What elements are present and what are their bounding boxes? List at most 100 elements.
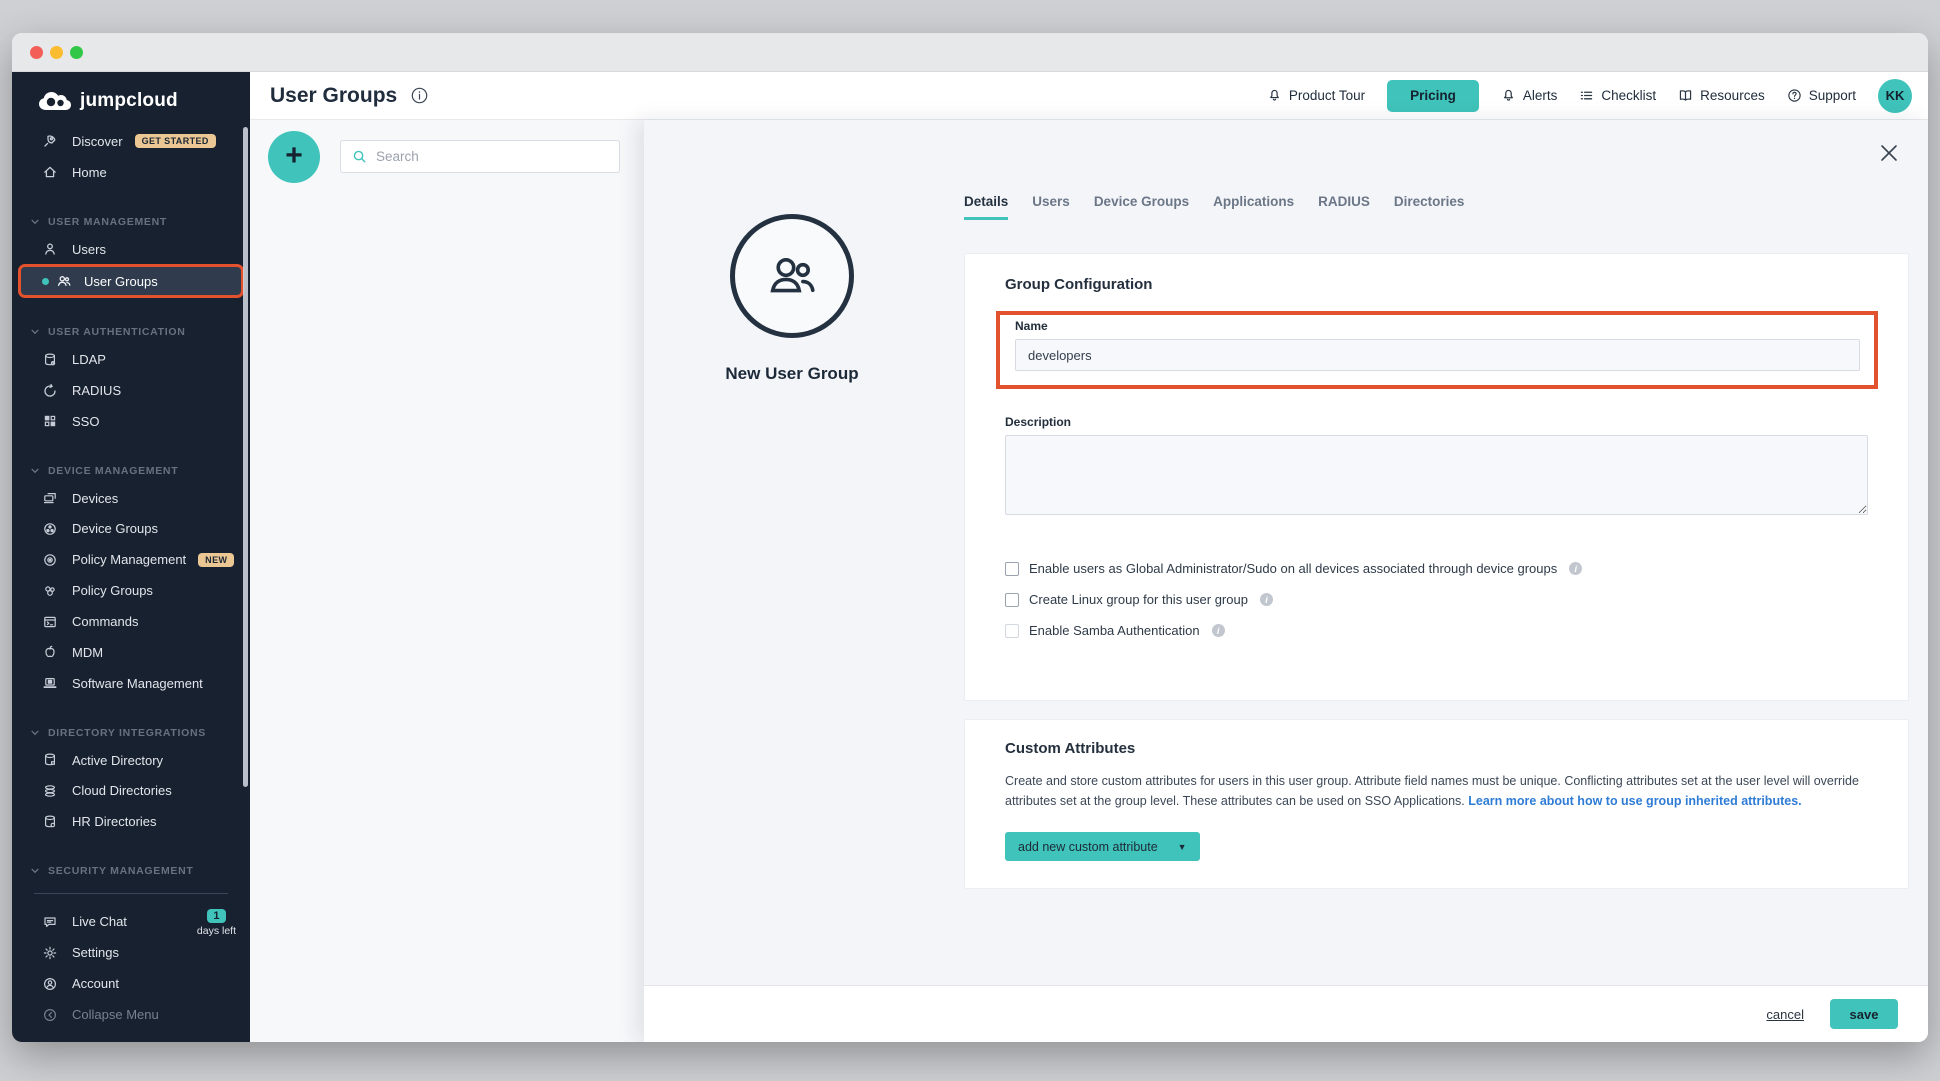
minimize-window-button[interactable] [50,46,63,59]
sidebar-item-policy-management[interactable]: Policy Management NEW [12,544,250,575]
product-tour-label: Product Tour [1289,88,1365,103]
tab-applications[interactable]: Applications [1213,194,1294,220]
group-configuration-heading: Group Configuration [1005,276,1868,293]
support-button[interactable]: Support [1787,88,1856,103]
panel-footer: cancel save [644,985,1928,1042]
custom-attributes-card: Custom Attributes Create and store custo… [964,719,1909,889]
close-window-button[interactable] [30,46,43,59]
panel-tabs: Details Users Device Groups Applications… [964,194,1909,220]
checkbox-label: Enable Samba Authentication [1029,623,1200,638]
megaphone-icon [1267,88,1282,103]
section-user-authentication[interactable]: USER AUTHENTICATION [12,320,250,344]
sidebar-bottom: Live Chat 1 days left Settings Account [12,883,250,1042]
add-custom-attribute-button[interactable]: add new custom attribute ▼ [1005,832,1200,861]
global-admin-checkbox[interactable] [1005,562,1019,576]
apple-icon [42,644,58,660]
learn-more-link[interactable]: Learn more about how to use group inheri… [1468,794,1801,808]
info-icon[interactable]: i [1569,562,1582,575]
zoom-window-button[interactable] [70,46,83,59]
search-box[interactable] [340,140,620,173]
tab-directories[interactable]: Directories [1394,194,1465,220]
tab-device-groups[interactable]: Device Groups [1094,194,1189,220]
trial-countdown: 1 days left [197,907,236,937]
product-tour-button[interactable]: Product Tour [1267,88,1365,103]
section-label: USER AUTHENTICATION [48,326,186,338]
section-user-management[interactable]: USER MANAGEMENT [12,210,250,234]
section-directory-integrations[interactable]: DIRECTORY INTEGRATIONS [12,721,250,745]
panel-title: New User Group [644,364,940,384]
user-group-icon [56,273,72,289]
samba-auth-checkbox[interactable] [1005,624,1019,638]
sidebar-item-label: Home [72,165,107,180]
pricing-button[interactable]: Pricing [1387,80,1479,112]
divider [34,893,228,894]
tab-details[interactable]: Details [964,194,1008,220]
section-device-management[interactable]: DEVICE MANAGEMENT [12,459,250,483]
info-icon[interactable]: i [1260,593,1273,606]
sidebar-item-label: Policy Management [72,552,186,567]
sidebar: jumpcloud Discover GET STARTED Home USER… [12,72,250,1042]
group-description-textarea[interactable] [1005,435,1868,515]
sidebar-item-active-directory[interactable]: Active Directory [12,745,250,776]
section-label: USER MANAGEMENT [48,216,167,228]
sidebar-item-ldap[interactable]: LDAP [12,344,250,375]
sidebar-item-policy-groups[interactable]: Policy Groups [12,575,250,606]
sidebar-item-mdm[interactable]: MDM [12,637,250,668]
sidebar-item-hr-directories[interactable]: HR Directories [12,806,250,837]
sidebar-item-software-management[interactable]: Software Management [12,668,250,699]
sidebar-item-device-groups[interactable]: Device Groups [12,514,250,545]
search-input[interactable] [376,149,608,164]
sidebar-item-user-groups[interactable]: User Groups [18,264,244,298]
checklist-button[interactable]: Checklist [1579,88,1656,103]
sidebar-item-label: Cloud Directories [72,783,172,798]
sidebar-item-live-chat[interactable]: Live Chat 1 days left [12,906,250,937]
sidebar-item-devices[interactable]: Devices [12,483,250,514]
group-name-input[interactable] [1015,339,1860,371]
sidebar-item-label: LDAP [72,352,106,367]
database-icon [42,352,58,368]
info-icon[interactable]: i [1212,624,1225,637]
chevron-down-icon [30,866,40,876]
sidebar-item-discover[interactable]: Discover GET STARTED [12,126,250,157]
sidebar-item-label: Collapse Menu [72,1007,159,1022]
sidebar-item-home[interactable]: Home [12,157,250,188]
stacked-disks-icon [42,783,58,799]
resources-button[interactable]: Resources [1678,88,1765,103]
cancel-button[interactable]: cancel [1766,1007,1804,1022]
info-icon[interactable] [411,87,428,104]
alerts-button[interactable]: Alerts [1501,88,1558,103]
sidebar-item-radius[interactable]: RADIUS [12,375,250,406]
section-label: DEVICE MANAGEMENT [48,465,178,477]
sidebar-item-collapse-menu[interactable]: Collapse Menu [12,999,250,1030]
section-label: DIRECTORY INTEGRATIONS [48,727,206,739]
tab-radius[interactable]: RADIUS [1318,194,1370,220]
resources-label: Resources [1700,88,1765,103]
macos-titlebar [12,33,1928,72]
chat-bubble-icon [42,914,58,930]
linux-group-checkbox[interactable] [1005,593,1019,607]
sidebar-item-cloud-directories[interactable]: Cloud Directories [12,775,250,806]
trial-days-badge: 1 [207,909,225,923]
sidebar-item-commands[interactable]: Commands [12,606,250,637]
section-security-management[interactable]: SECURITY MANAGEMENT [12,859,250,883]
sidebar-item-users[interactable]: Users [12,234,250,265]
cloud-logo-icon [38,90,72,112]
add-user-group-button[interactable]: + [268,131,320,183]
alerts-label: Alerts [1523,88,1558,103]
sidebar-item-label: Commands [72,614,138,629]
account-icon [42,976,58,992]
button-label: add new custom attribute [1018,840,1158,854]
sidebar-item-sso[interactable]: SSO [12,406,250,437]
tab-users[interactable]: Users [1032,194,1070,220]
new-user-group-panel: New User Group Details Users Device Grou… [644,120,1928,1042]
sidebar-item-settings[interactable]: Settings [12,937,250,968]
avatar[interactable]: KK [1878,79,1912,113]
collapse-arrow-icon [42,1007,58,1023]
checkbox-label: Create Linux group for this user group [1029,592,1248,607]
user-group-icon-large [763,247,821,305]
save-button[interactable]: save [1830,999,1898,1029]
home-icon [42,164,58,180]
sidebar-scrollbar[interactable] [243,127,248,787]
sidebar-item-account[interactable]: Account [12,968,250,999]
main-area: User Groups Product Tour Pricing Alerts … [250,72,1928,1042]
